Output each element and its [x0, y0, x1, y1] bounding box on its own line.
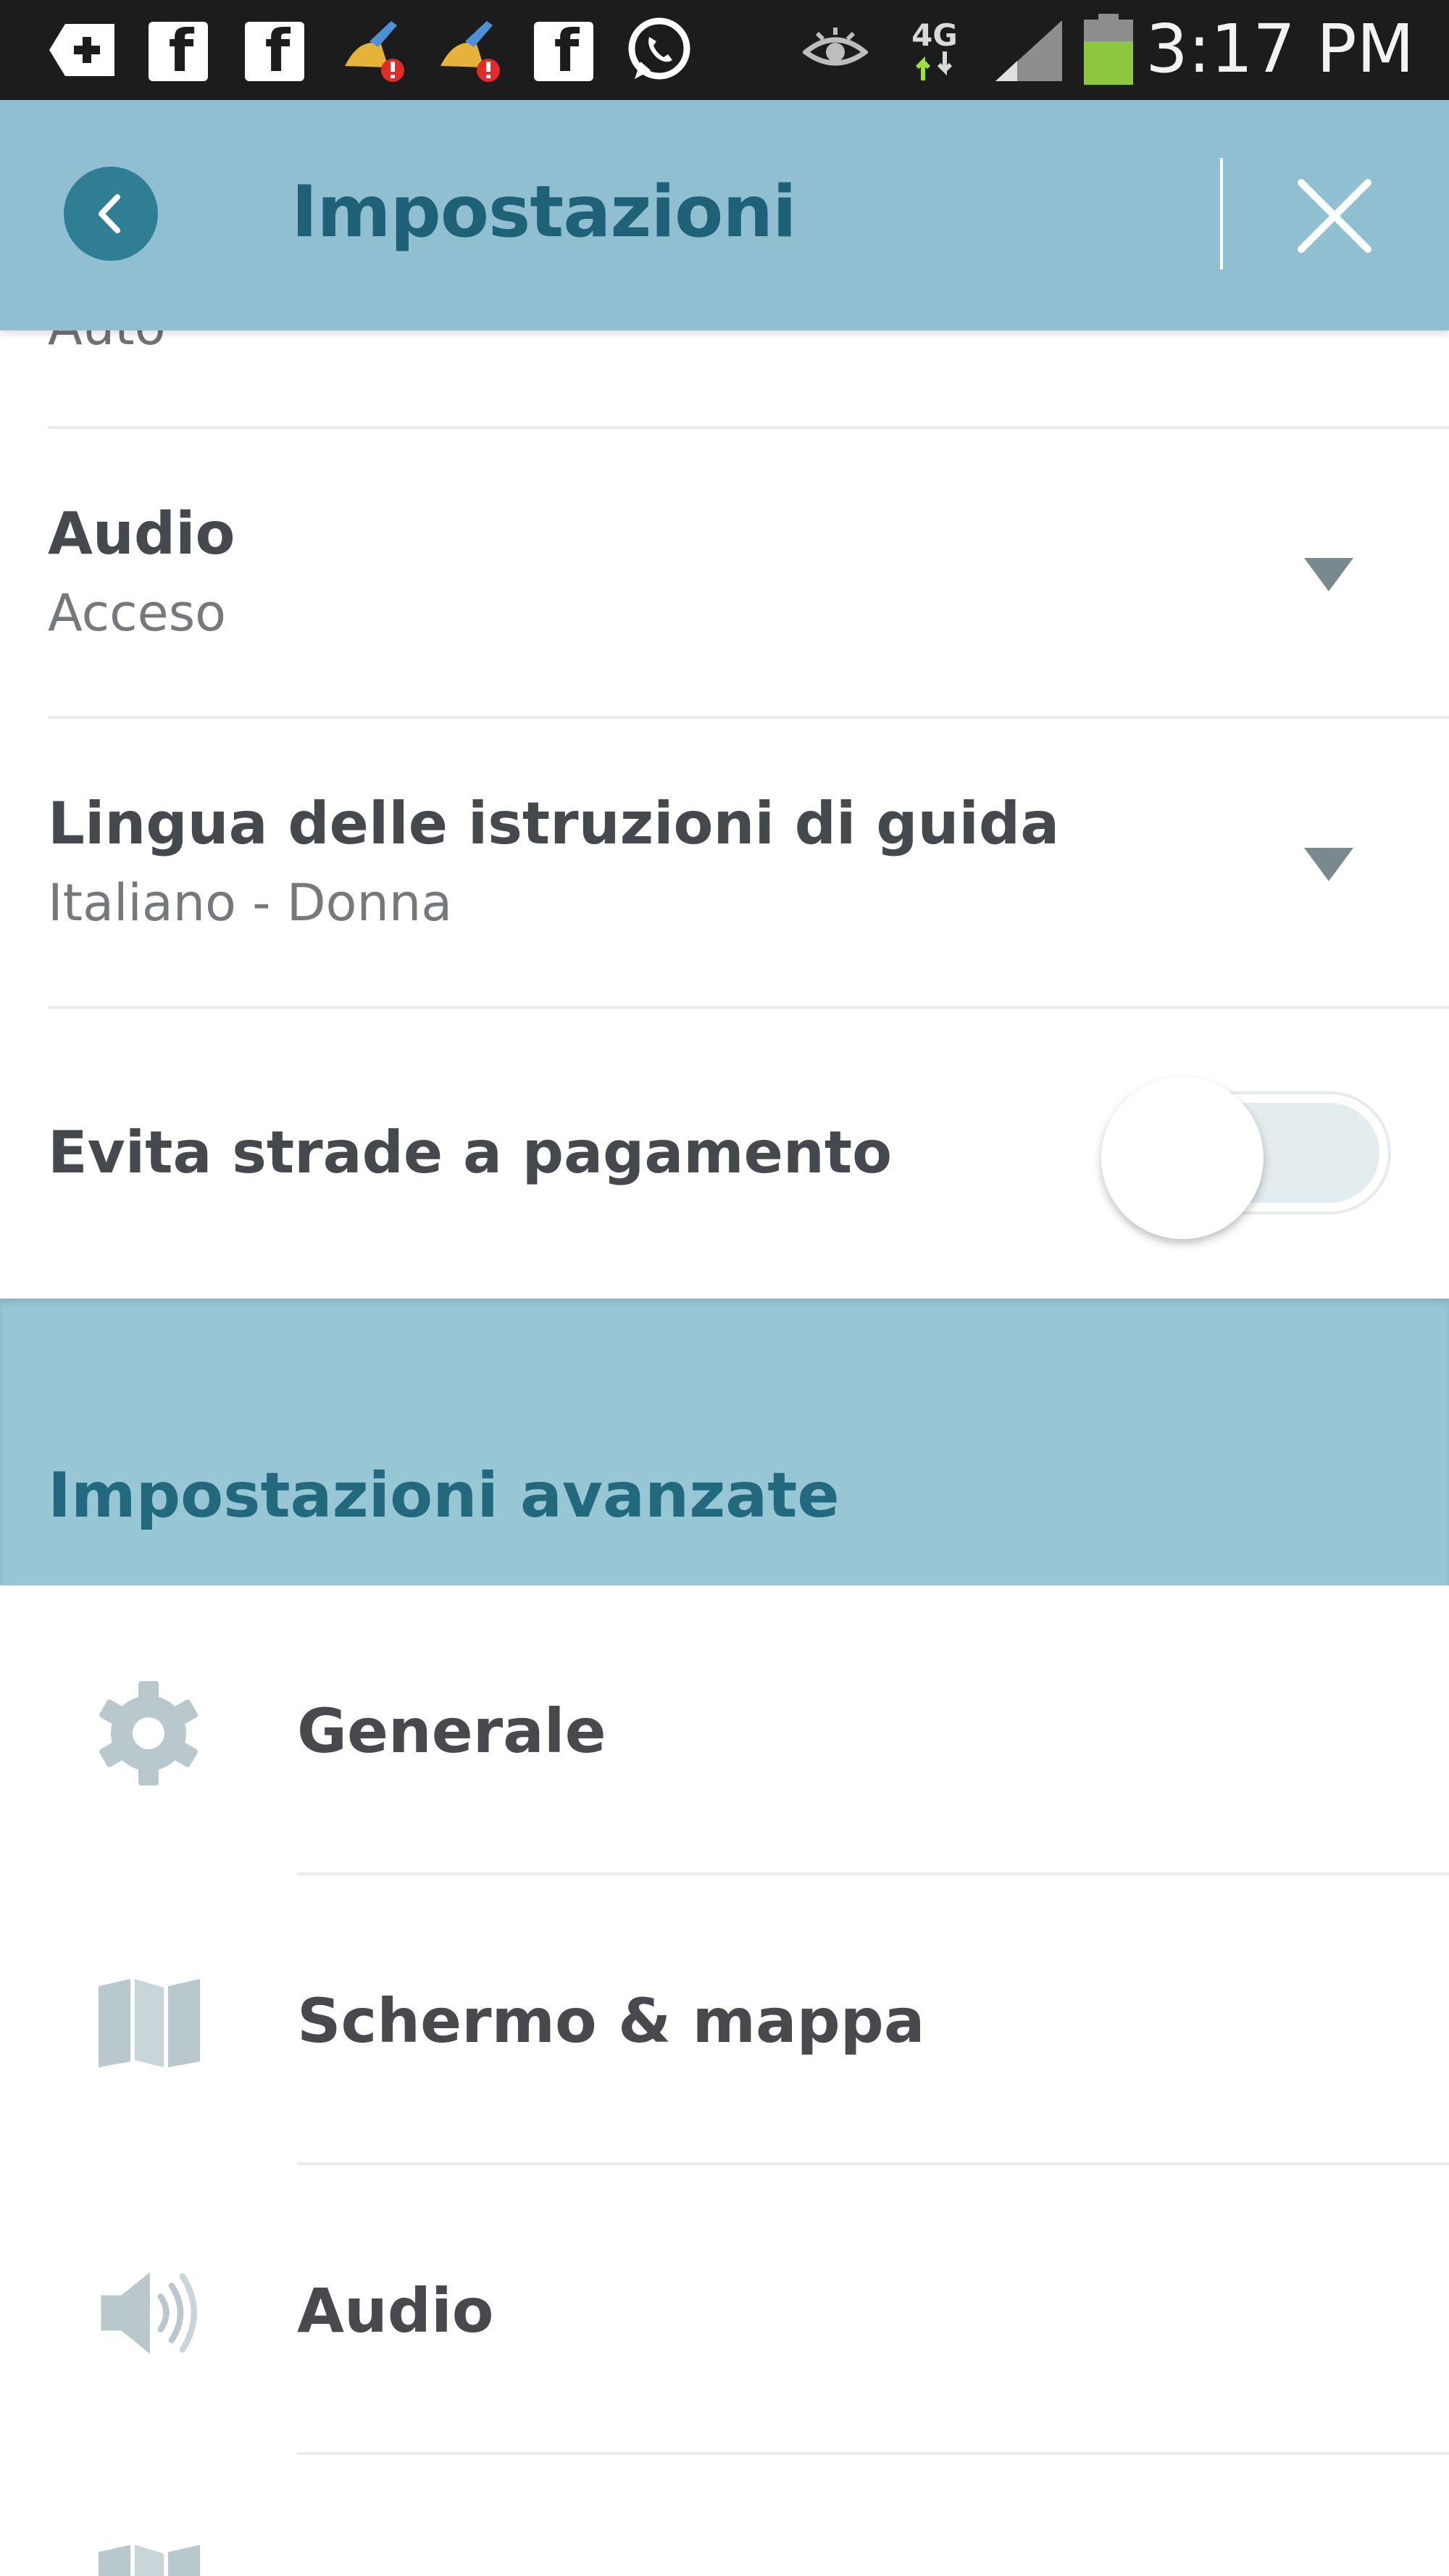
setting-value: Acceso: [48, 583, 226, 643]
header-divider: [1220, 158, 1223, 270]
app-header: Impostazioni: [0, 100, 1449, 330]
page-title: Impostazioni: [291, 171, 797, 254]
dropdown-caret-icon[interactable]: [1304, 558, 1353, 591]
gear-icon: [94, 1675, 203, 1791]
whatsapp-icon: [623, 16, 696, 84]
facebook-icon: f: [534, 22, 593, 81]
close-icon: [1298, 179, 1371, 253]
network-label: 4G: [911, 17, 958, 53]
divider: [297, 2162, 1449, 2165]
advanced-settings-header: Impostazioni avanzate: [0, 1299, 1449, 1585]
eye-icon: [803, 16, 868, 84]
advanced-item-general[interactable]: Generale: [297, 1696, 606, 1767]
cleaner-icon: [433, 16, 503, 84]
network-4g-icon: 4G: [906, 16, 964, 84]
setting-audio[interactable]: Audio Acceso: [48, 500, 1449, 643]
toll-roads-toggle[interactable]: [1101, 1077, 1391, 1239]
signal-icon: [993, 16, 1065, 84]
advanced-item-display-map[interactable]: Schermo & mappa: [297, 1985, 925, 2056]
setting-voice-language[interactable]: Lingua delle istruzioni di guida Italian…: [48, 790, 1449, 933]
battery-icon: [1080, 14, 1137, 85]
cleaner-icon: [338, 16, 407, 84]
status-bar: f f f 4G 3:17 PM: [0, 0, 1449, 100]
setting-title: Audio: [48, 500, 235, 567]
section-title: Impostazioni avanzate: [48, 1459, 840, 1532]
back-button[interactable]: [64, 167, 158, 261]
divider: [48, 1006, 1449, 1009]
setting-title: Lingua delle istruzioni di guida: [48, 790, 1060, 857]
facebook-icon: f: [149, 22, 208, 81]
divider: [48, 426, 1449, 429]
back-arrow-icon: [99, 194, 120, 233]
divider: [297, 2452, 1449, 2455]
toggle-knob[interactable]: [1101, 1077, 1264, 1239]
clock: 3:17 PM: [1145, 10, 1414, 88]
map-icon: [94, 2542, 203, 2576]
close-button[interactable]: [1290, 171, 1379, 261]
advanced-item-audio[interactable]: Audio: [297, 2275, 493, 2346]
add-icon: [48, 16, 117, 84]
speaker-icon: [94, 2255, 203, 2371]
setting-value: Italiano - Donna: [48, 873, 453, 933]
divider: [48, 716, 1449, 719]
facebook-icon: f: [245, 22, 304, 81]
divider: [297, 1872, 1449, 1875]
dropdown-caret-icon[interactable]: [1304, 848, 1353, 881]
map-icon: [94, 1965, 203, 2081]
